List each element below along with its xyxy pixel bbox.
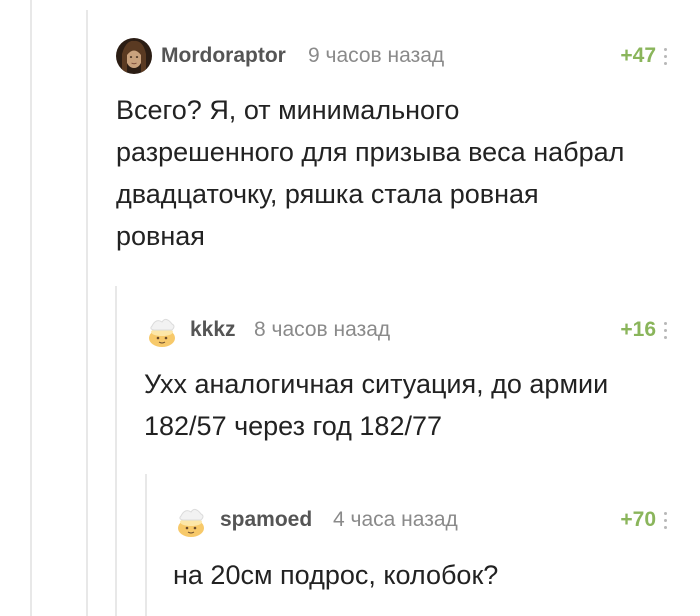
comment-header: Mordoraptor 9 часов назад +47 [116, 38, 700, 82]
thread-line [30, 0, 32, 616]
comment-text-line: на 20см подрос, колобок? [173, 560, 499, 590]
comment-time[interactable]: 8 часов назад [254, 318, 390, 342]
default-avatar-icon[interactable] [144, 312, 180, 348]
default-avatar-icon[interactable] [173, 502, 209, 538]
comment-body: Всего? Я, от минимального разрешенного д… [116, 89, 624, 257]
comment-time[interactable]: 4 часа назад [333, 508, 458, 532]
more-menu-icon[interactable] [664, 322, 668, 342]
author-name[interactable]: kkkz [190, 318, 236, 342]
comment-text-line: двадцаточку, ряшка стала ровная [116, 179, 539, 209]
comment-text-line: Ухх аналогичная ситуация, до армии [144, 369, 609, 399]
comment-body: Ухх аналогичная ситуация, до армии 182/5… [144, 363, 608, 447]
author-name[interactable]: spamoed [220, 508, 312, 532]
thread-line [145, 474, 147, 616]
comment-header: spamoed 4 часа назад +70 [173, 502, 700, 546]
comment: Mordoraptor 9 часов назад +47 Всего? Я, … [116, 38, 700, 258]
comment-rating: +47 [620, 44, 656, 67]
comment-text-line: 182/57 через год 182/77 [144, 411, 443, 441]
user-avatar-icon[interactable] [116, 38, 152, 74]
comment: kkkz 8 часов назад +16 Ухх аналогичная с… [144, 312, 700, 452]
author-name[interactable]: Mordoraptor [161, 44, 286, 68]
comment-header: kkkz 8 часов назад +16 [144, 312, 700, 356]
comment-text-line: разрешенного для призыва веса набрал [116, 137, 625, 167]
thread-line [115, 286, 117, 616]
comment-body: на 20см подрос, колобок? [173, 554, 498, 596]
comment-text-line: Всего? Я, от минимального [116, 95, 460, 125]
comment-rating: +70 [620, 508, 656, 531]
thread-line [86, 10, 88, 616]
more-menu-icon[interactable] [664, 48, 668, 68]
comment: spamoed 4 часа назад +70 на 20см подрос,… [173, 502, 700, 602]
comment-text-line: ровная [116, 221, 205, 251]
comment-time[interactable]: 9 часов назад [308, 44, 444, 68]
comment-rating: +16 [620, 318, 656, 341]
more-menu-icon[interactable] [664, 512, 668, 532]
